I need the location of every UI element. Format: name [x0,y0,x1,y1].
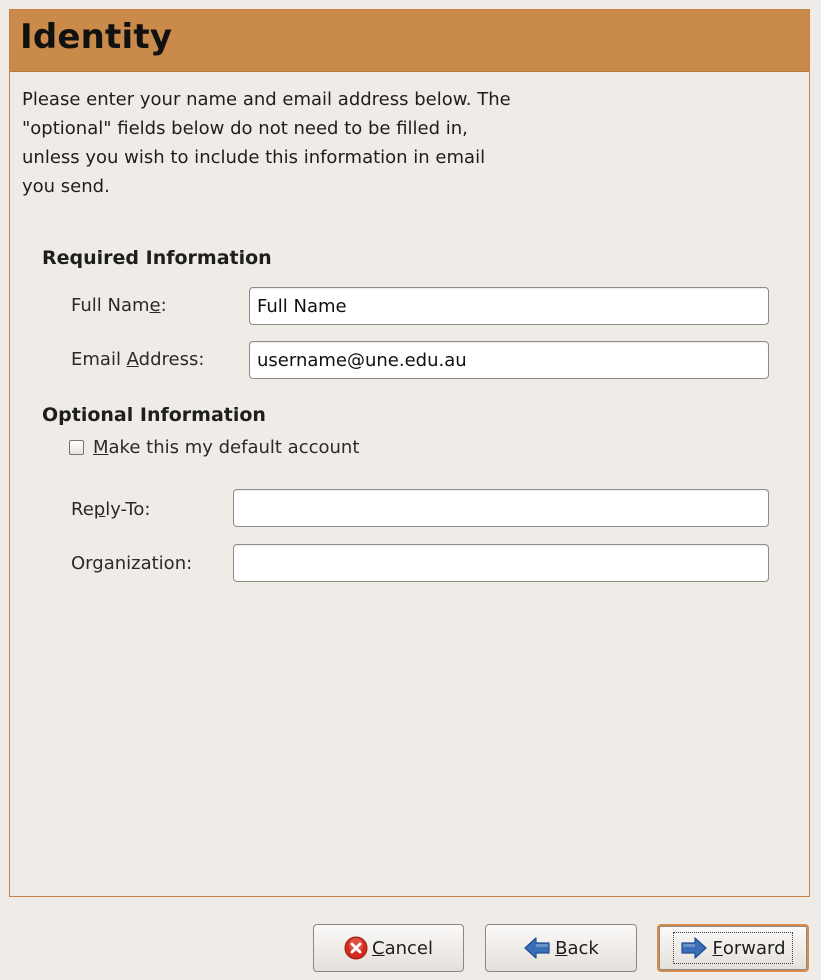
page-title: Identity [20,17,173,57]
cancel-label: ancel [384,937,433,959]
reply-to-label: Reply-To: [71,499,150,520]
optional-heading: Optional Information [42,404,266,426]
back-button[interactable]: Back [485,924,637,972]
mnemonic: C [372,937,385,959]
email-label: Email Address: [71,349,204,370]
mnemonic: A [126,349,139,370]
default-account-checkbox-row[interactable]: Make this my default account [69,437,359,458]
full-name-label: Full Name: [71,295,167,316]
mnemonic: M [93,437,109,458]
label-text: anization: [103,553,193,574]
mnemonic: e [149,295,161,316]
label-text: : [160,295,167,316]
email-input[interactable] [249,341,769,379]
forward-arrow-icon [680,936,708,960]
organization-label: Organization: [71,553,192,574]
default-account-checkbox[interactable] [69,440,84,455]
intro-line: you send. [22,176,110,197]
cancel-button[interactable]: Cancel [313,924,464,972]
forward-button[interactable]: Forward [657,924,809,972]
forward-label: orward [722,937,786,959]
intro-line: "optional" fields below do not need to b… [22,118,468,139]
intro-line: Please enter your name and email address… [22,89,511,110]
back-label: ack [567,937,599,959]
mnemonic: F [712,937,723,959]
label-text: Email [71,349,127,370]
page-header: Identity [10,10,809,72]
label-text: ddress: [138,349,205,370]
label-text: Or [71,553,93,574]
mnemonic: p [93,499,106,520]
default-account-label: ake this my default account [108,437,360,458]
mnemonic: B [555,937,568,959]
label-text: Full Nam [71,295,150,316]
label-text: ly-To: [105,499,151,520]
intro-text: Please enter your name and email address… [22,85,622,201]
intro-line: unless you wish to include this informat… [22,147,486,168]
label-text: Re [71,499,94,520]
back-arrow-icon [523,936,551,960]
mnemonic: g [92,553,104,574]
reply-to-input[interactable] [233,489,769,527]
full-name-input[interactable] [249,287,769,325]
forward-focus-ring: Forward [673,932,793,964]
cancel-icon [344,936,368,960]
organization-input[interactable] [233,544,769,582]
required-heading: Required Information [42,247,272,269]
